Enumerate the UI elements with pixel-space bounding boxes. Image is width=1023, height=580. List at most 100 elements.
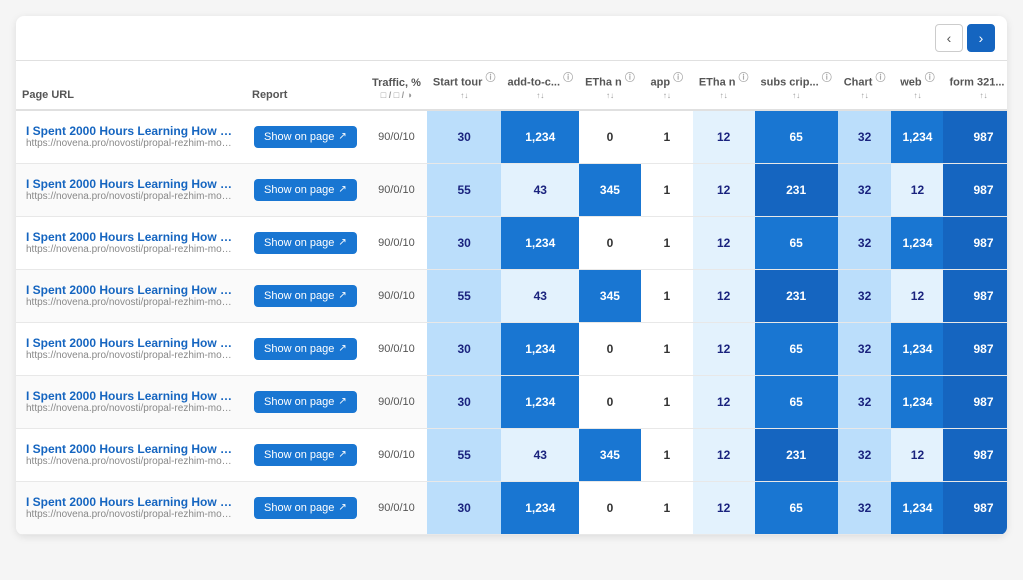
- external-link-icon: ↗: [338, 290, 346, 301]
- external-link-icon: ↗: [338, 184, 346, 195]
- col-header-app[interactable]: app ⓘ ↑↓: [641, 61, 693, 110]
- page-info-cell: I Spent 2000 Hours Learning How To Lea..…: [16, 216, 246, 269]
- page-url: https://novena.pro/novosti/propal-rezhim…: [26, 297, 236, 308]
- external-link-icon: ↗: [338, 131, 346, 142]
- external-link-icon: ↗: [338, 449, 346, 460]
- page-title[interactable]: I Spent 2000 Hours Learning How To Lea..…: [26, 389, 236, 403]
- page-url: https://novena.pro/novosti/propal-rezhim…: [26, 350, 236, 361]
- table-row: I Spent 2000 Hours Learning How To Lea..…: [16, 428, 1007, 481]
- col-header-add-to-c[interactable]: add-to-c... ⓘ ↑↓: [501, 61, 579, 110]
- metric-cell: 32: [838, 375, 892, 428]
- metric-cell: 65: [755, 216, 838, 269]
- metric-cell: 987: [943, 216, 1007, 269]
- table-row: I Spent 2000 Hours Learning How To Lea..…: [16, 481, 1007, 534]
- table-container: Page URL Report Traffic, % □ / □ / ◑ Sta…: [16, 61, 1007, 535]
- metric-cell: 345: [579, 269, 641, 322]
- page-title[interactable]: I Spent 2000 Hours Learning How To Lea..…: [26, 283, 236, 297]
- metric-cell: 1,234: [891, 375, 943, 428]
- col-header-start-tour[interactable]: Start tour ⓘ ↑↓: [427, 61, 502, 110]
- page-title[interactable]: I Spent 2000 Hours Learning How To Lea..…: [26, 495, 236, 509]
- prev-button[interactable]: ‹: [935, 24, 963, 52]
- metric-cell: 43: [501, 428, 579, 481]
- page-info-cell: I Spent 2000 Hours Learning How To Lea..…: [16, 269, 246, 322]
- report-cell: Show on page ↗: [246, 481, 366, 534]
- col-header-etha-n2[interactable]: ETha n ⓘ ↑↓: [693, 61, 755, 110]
- metric-cell: 32: [838, 163, 892, 216]
- metric-cell: 12: [891, 163, 943, 216]
- metric-cell: 1,234: [891, 216, 943, 269]
- metric-cell: 30: [427, 481, 502, 534]
- col-header-chart[interactable]: Chart ⓘ ↑↓: [838, 61, 892, 110]
- metric-cell: 1: [641, 163, 693, 216]
- show-on-page-button[interactable]: Show on page ↗: [254, 497, 357, 519]
- show-on-page-button[interactable]: Show on page ↗: [254, 444, 357, 466]
- next-button[interactable]: ›: [967, 24, 995, 52]
- metric-cell: 1,234: [501, 110, 579, 164]
- external-link-icon: ↗: [338, 343, 346, 354]
- show-on-page-button[interactable]: Show on page ↗: [254, 126, 357, 148]
- metric-cell: 32: [838, 110, 892, 164]
- metric-cell: 1: [641, 322, 693, 375]
- page-info-cell: I Spent 2000 Hours Learning How To Lea..…: [16, 110, 246, 164]
- report-cell: Show on page ↗: [246, 375, 366, 428]
- metric-cell: 43: [501, 269, 579, 322]
- col-header-etha-n1[interactable]: ETha n ⓘ ↑↓: [579, 61, 641, 110]
- page-url: https://novena.pro/novosti/propal-rezhim…: [26, 138, 236, 149]
- page-title[interactable]: I Spent 2000 Hours Learning How To Lea..…: [26, 124, 236, 138]
- show-on-page-button[interactable]: Show on page ↗: [254, 285, 357, 307]
- metric-cell: 12: [693, 375, 755, 428]
- metric-cell: 1,234: [501, 216, 579, 269]
- metric-cell: 43: [501, 163, 579, 216]
- metric-cell: 987: [943, 269, 1007, 322]
- metric-cell: 345: [579, 428, 641, 481]
- metric-cell: 987: [943, 481, 1007, 534]
- metric-cell: 55: [427, 163, 502, 216]
- metric-cell: 12: [693, 481, 755, 534]
- table-row: I Spent 2000 Hours Learning How To Lea..…: [16, 269, 1007, 322]
- metric-cell: 0: [579, 322, 641, 375]
- page-title[interactable]: I Spent 2000 Hours Learning How To Lea..…: [26, 230, 236, 244]
- show-on-page-button[interactable]: Show on page ↗: [254, 391, 357, 413]
- metric-cell: 987: [943, 163, 1007, 216]
- metric-cell: 30: [427, 216, 502, 269]
- metric-cell: 12: [693, 163, 755, 216]
- report-cell: Show on page ↗: [246, 269, 366, 322]
- metric-cell: 0: [579, 216, 641, 269]
- metric-cell: 65: [755, 322, 838, 375]
- show-on-page-button[interactable]: Show on page ↗: [254, 338, 357, 360]
- metric-cell: 987: [943, 110, 1007, 164]
- top-navigation: ‹ ›: [16, 16, 1007, 61]
- col-header-form-321[interactable]: form 321... ⓘ ↑↓: [943, 61, 1007, 110]
- metric-cell: 1,234: [501, 322, 579, 375]
- metric-cell: 55: [427, 428, 502, 481]
- page-title[interactable]: I Spent 2000 Hours Learning How To Lea..…: [26, 177, 236, 191]
- page-title[interactable]: I Spent 2000 Hours Learning How To Lea..…: [26, 336, 236, 350]
- table-row: I Spent 2000 Hours Learning How To Lea..…: [16, 163, 1007, 216]
- report-cell: Show on page ↗: [246, 428, 366, 481]
- page-title[interactable]: I Spent 2000 Hours Learning How To Lea..…: [26, 442, 236, 456]
- metric-cell: 987: [943, 375, 1007, 428]
- traffic-cell: 90/0/10: [366, 481, 427, 534]
- col-header-traffic: Traffic, % □ / □ / ◑: [366, 61, 427, 110]
- traffic-cell: 90/0/10: [366, 216, 427, 269]
- metric-cell: 30: [427, 375, 502, 428]
- col-header-web[interactable]: web ⓘ ↑↓: [891, 61, 943, 110]
- main-container: ‹ › Page URL Report Traffic, % □ / □ / ◑: [16, 16, 1007, 535]
- metric-cell: 12: [891, 269, 943, 322]
- page-url: https://novena.pro/novosti/propal-rezhim…: [26, 244, 236, 255]
- metric-cell: 65: [755, 375, 838, 428]
- metric-cell: 1: [641, 110, 693, 164]
- show-on-page-button[interactable]: Show on page ↗: [254, 232, 357, 254]
- table-row: I Spent 2000 Hours Learning How To Lea..…: [16, 375, 1007, 428]
- table-row: I Spent 2000 Hours Learning How To Lea..…: [16, 110, 1007, 164]
- metric-cell: 1: [641, 375, 693, 428]
- traffic-cell: 90/0/10: [366, 163, 427, 216]
- metric-cell: 12: [693, 216, 755, 269]
- col-header-subs-crip[interactable]: subs crip... ⓘ ↑↓: [755, 61, 838, 110]
- show-on-page-button[interactable]: Show on page ↗: [254, 179, 357, 201]
- metric-cell: 231: [755, 428, 838, 481]
- external-link-icon: ↗: [338, 502, 346, 513]
- report-cell: Show on page ↗: [246, 163, 366, 216]
- metric-cell: 65: [755, 110, 838, 164]
- metric-cell: 1,234: [501, 375, 579, 428]
